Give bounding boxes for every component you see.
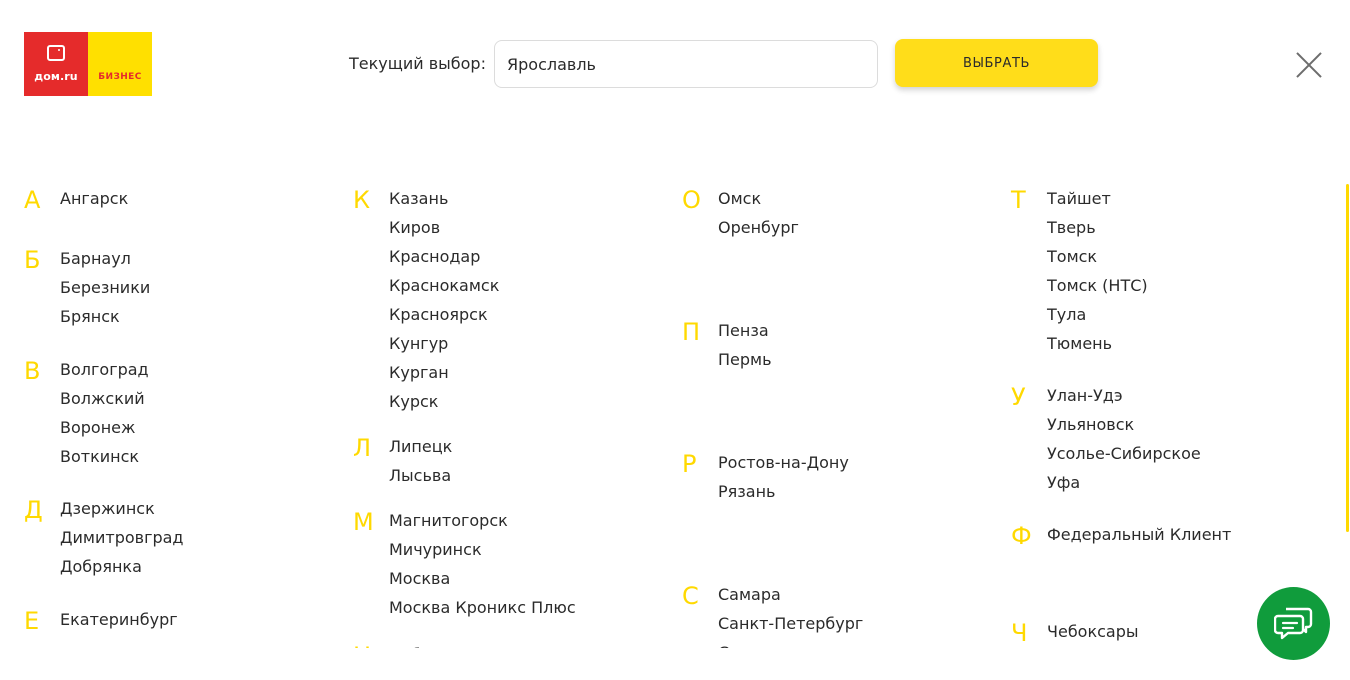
city-link[interactable]: Краснокамск xyxy=(389,271,499,300)
letter-group: Т Тайшет Тверь Томск Томск (НТС) Тула Тюмень xyxy=(1011,184,1148,358)
city-link[interactable]: Краснодар xyxy=(389,242,499,271)
group-letter: О xyxy=(682,186,701,214)
current-selection-label: Текущий выбор: xyxy=(349,54,486,73)
letter-group: У Улан-Удэ Ульяновск Усолье-Сибирское Уфа xyxy=(1011,381,1201,497)
city-link[interactable]: Курган xyxy=(389,358,499,387)
letter-group: А Ангарск xyxy=(24,184,128,213)
logo[interactable]: дом.ru БИЗНЕС xyxy=(24,32,152,96)
city-link[interactable]: Пенза xyxy=(718,316,772,345)
group-letter: Л xyxy=(353,434,372,462)
city-link[interactable]: Ростов-на-Дону xyxy=(718,448,849,477)
logo-biz-block: БИЗНЕС xyxy=(88,32,152,96)
group-letter: С xyxy=(682,582,699,610)
city-search-input[interactable] xyxy=(494,40,878,88)
city-link[interactable]: Кунгур xyxy=(389,329,499,358)
logo-biz-text: БИЗНЕС xyxy=(98,72,142,82)
letter-group: О Омск Оренбург xyxy=(682,184,799,242)
city-link[interactable]: Красноярск xyxy=(389,300,499,329)
city-link[interactable]: Усолье-Сибирское xyxy=(1047,439,1201,468)
city-link[interactable]: Москва xyxy=(389,564,576,593)
select-button[interactable]: ВЫБРАТЬ xyxy=(895,39,1098,87)
city-link[interactable]: Ангарск xyxy=(60,184,128,213)
letter-group: Б Барнаул Березники Брянск xyxy=(24,244,150,331)
group-letter: Б xyxy=(24,246,41,274)
city-link[interactable]: Оренбург xyxy=(718,213,799,242)
group-letter: Ф xyxy=(1011,522,1032,550)
city-link[interactable]: Димитровград xyxy=(60,523,184,552)
city-link[interactable]: Уфа xyxy=(1047,468,1201,497)
group-letter: Е xyxy=(24,607,40,635)
house-icon xyxy=(47,45,65,61)
city-link[interactable]: Чебоксары xyxy=(1047,617,1139,646)
city-link[interactable]: Тюмень xyxy=(1047,329,1148,358)
city-link[interactable]: Березники xyxy=(60,273,150,302)
city-list: А Ангарск Б Барнаул Березники Брянск В Волгогра… xyxy=(24,184,1344,648)
group-letter: У xyxy=(1011,383,1026,411)
chat-button[interactable] xyxy=(1257,587,1330,660)
scrollbar[interactable] xyxy=(1346,184,1349,532)
city-link[interactable]: Липецк xyxy=(389,432,452,461)
letter-group: Н Набережные Челны xyxy=(353,640,557,648)
city-link[interactable]: Екатеринбург xyxy=(60,605,178,634)
city-link[interactable]: Тула xyxy=(1047,300,1148,329)
city-link[interactable]: Курск xyxy=(389,387,499,416)
letter-group: В Волгоград Волжский Воронеж Воткинск xyxy=(24,355,149,471)
group-letter: Д xyxy=(24,496,43,524)
letter-group: Ф Федеральный Клиент xyxy=(1011,520,1231,549)
letter-group: П Пенза Пермь xyxy=(682,316,772,374)
city-link[interactable]: Казань xyxy=(389,184,499,213)
city-link[interactable]: Улан-Удэ xyxy=(1047,381,1201,410)
logo-brand-text: дом.ru xyxy=(34,70,78,83)
city-link[interactable]: Добрянка xyxy=(60,552,184,581)
city-link[interactable]: Магнитогорск xyxy=(389,506,576,535)
close-icon[interactable] xyxy=(1296,52,1322,78)
city-link[interactable]: Волгоград xyxy=(60,355,149,384)
group-letter: М xyxy=(353,508,374,536)
city-link[interactable]: Набережные Челны xyxy=(389,640,557,648)
logo-brand-block: дом.ru xyxy=(24,32,88,96)
city-link[interactable]: Воткинск xyxy=(60,442,149,471)
city-link[interactable]: Мичуринск xyxy=(389,535,576,564)
city-link[interactable]: Томск (НТС) xyxy=(1047,271,1148,300)
city-link[interactable]: Ульяновск xyxy=(1047,410,1201,439)
city-link[interactable]: Брянск xyxy=(60,302,150,331)
city-link[interactable]: Волжский xyxy=(60,384,149,413)
group-letter: В xyxy=(24,357,41,385)
city-link[interactable]: Дзержинск xyxy=(60,494,184,523)
group-letter: П xyxy=(682,318,701,346)
group-letter: К xyxy=(353,186,371,214)
city-link[interactable]: Федеральный Клиент xyxy=(1047,520,1231,549)
group-letter: Н xyxy=(353,644,377,648)
city-link[interactable]: Тверь xyxy=(1047,213,1148,242)
group-letter: А xyxy=(24,186,41,214)
city-link[interactable]: Воронеж xyxy=(60,413,149,442)
city-link[interactable]: Барнаул xyxy=(60,244,150,273)
city-link[interactable]: Самара xyxy=(718,580,863,609)
letter-group: Л Липецк Лысьва xyxy=(353,432,452,490)
city-link[interactable]: Москва Кроникс Плюс xyxy=(389,593,576,622)
city-link[interactable]: Киров xyxy=(389,213,499,242)
letter-group: Р Ростов-на-Дону Рязань xyxy=(682,448,849,506)
city-link[interactable]: Лысьва xyxy=(389,461,452,490)
city-link[interactable]: Тайшет xyxy=(1047,184,1148,213)
letter-group: С СамараСанкт-ПетербургСаратов xyxy=(682,580,863,648)
group-letter: Ч xyxy=(1011,619,1028,647)
city-link[interactable]: Саратов xyxy=(718,638,863,648)
letter-group: Е Екатеринбург xyxy=(24,605,178,634)
letter-group: ЧЧебоксарыЧелябинскЧусовой xyxy=(1011,617,1139,648)
group-letter: Р xyxy=(682,450,697,478)
city-link[interactable]: Санкт-Петербург xyxy=(718,609,863,638)
chat-icon xyxy=(1274,607,1313,640)
group-letter: Т xyxy=(1011,186,1026,214)
letter-group: К Казань Киров Краснодар Краснокамск Краснояр… xyxy=(353,184,499,416)
city-link[interactable]: Пермь xyxy=(718,345,772,374)
city-link[interactable]: Омск xyxy=(718,184,799,213)
city-link[interactable]: Томск xyxy=(1047,242,1148,271)
letter-group: М Магнитогорск Мичуринск Москва Москва Крони… xyxy=(353,506,576,622)
city-link[interactable]: Челябинск xyxy=(1047,646,1139,648)
city-link[interactable]: Рязань xyxy=(718,477,849,506)
letter-group: Д Дзержинск Димитровград Добрянка xyxy=(24,494,184,581)
